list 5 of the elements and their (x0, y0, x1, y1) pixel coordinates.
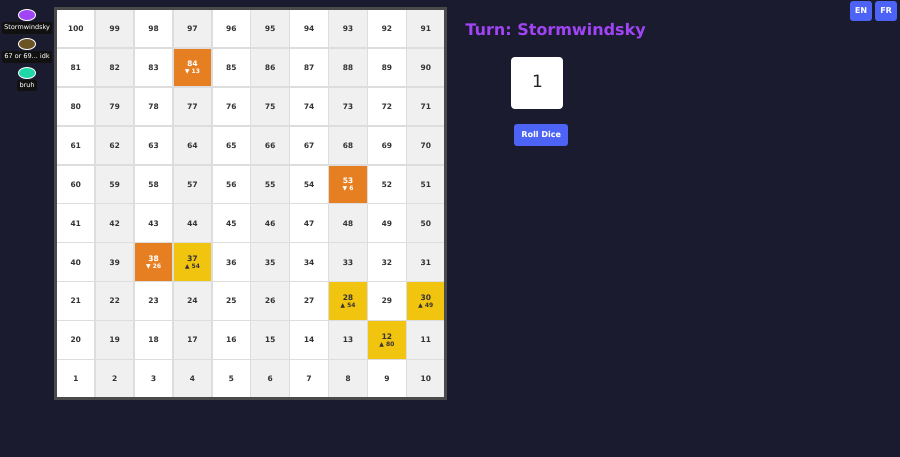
language-button[interactable]: EN (850, 1, 872, 21)
roll-dice-button[interactable]: Roll Dice (514, 124, 568, 146)
turn-heading: Turn: Stormwindsky (465, 19, 646, 41)
language-button[interactable]: FR (875, 1, 897, 21)
dice: 1 (511, 57, 564, 109)
